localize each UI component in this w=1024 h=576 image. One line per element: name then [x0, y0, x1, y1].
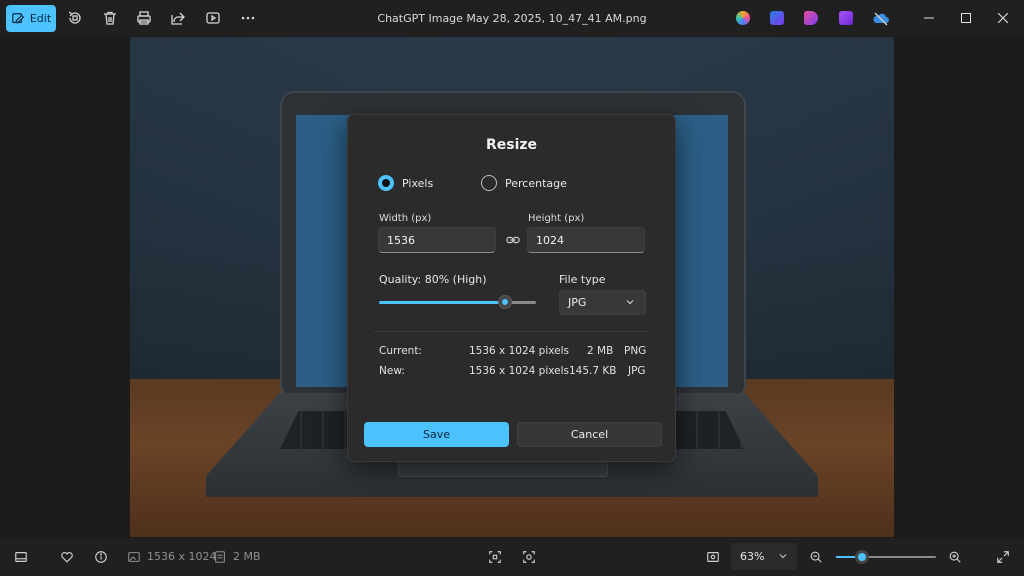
new-size: 145.7 KB [569, 365, 617, 377]
new-label: New: [379, 365, 405, 377]
quality-slider[interactable] [379, 295, 536, 309]
info-icon[interactable] [93, 549, 109, 565]
new-dimensions: 1536 x 1024 pixels [469, 365, 569, 377]
edit-label: Edit [29, 12, 52, 25]
new-format: JPG [628, 365, 646, 377]
window-title: ChatGPT Image May 28, 2025, 10_47_41 AM.… [377, 12, 647, 25]
current-format: PNG [624, 345, 647, 357]
image-viewer[interactable]: Resize Pixels Percentage Width (px) Heig… [0, 36, 1024, 538]
cancel-button[interactable]: Cancel [517, 422, 662, 447]
fit-view-icon[interactable] [487, 549, 503, 565]
zoom-value: 63% [740, 550, 765, 563]
edit-icon [11, 12, 25, 26]
more-icon[interactable] [239, 9, 257, 27]
quality-slider-thumb[interactable] [497, 295, 512, 309]
link-aspect-icon[interactable] [506, 233, 520, 247]
visual-search-icon[interactable] [521, 549, 537, 565]
filmstrip-icon[interactable] [13, 549, 29, 565]
edit-button[interactable]: Edit [6, 5, 56, 32]
actual-size-icon[interactable] [705, 549, 721, 565]
dialog-divider [374, 331, 648, 332]
radio-percentage-label: Percentage [505, 176, 567, 190]
height-label: Height (px) [528, 213, 585, 224]
zoom-slider-thumb[interactable] [854, 550, 869, 564]
file-size: 2 MB [233, 550, 261, 563]
current-info-row: Current: 1536 x 1024 pixels 2 MB PNG [379, 345, 649, 359]
current-dimensions: 1536 x 1024 pixels [469, 345, 569, 357]
file-size-icon [212, 549, 228, 565]
zoom-slider[interactable] [836, 550, 936, 564]
clipchamp-icon[interactable] [804, 11, 818, 25]
title-bar: Edit ChatGPT Image May 28, 2025, 10_47_4… [0, 0, 1024, 36]
status-bar: 1536 x 1024 2 MB 63% [0, 538, 1024, 576]
radio-pixels[interactable]: Pixels [378, 175, 433, 191]
image-dimensions: 1536 x 1024 [147, 550, 217, 563]
radio-pixels-label: Pixels [402, 176, 434, 190]
save-button[interactable]: Save [364, 422, 509, 447]
new-info-row: New: 1536 x 1024 pixels 145.7 KB JPG [379, 365, 649, 379]
onedrive-icon[interactable] [873, 11, 889, 26]
radio-percentage[interactable]: Percentage [481, 175, 567, 191]
quality-label: Quality: 80% (High) [379, 273, 487, 286]
height-input[interactable] [527, 227, 645, 253]
delete-icon[interactable] [101, 9, 119, 27]
zoom-select[interactable]: 63% [731, 543, 797, 570]
quality-slider-fill [379, 301, 505, 304]
share-icon[interactable] [169, 9, 187, 27]
close-icon[interactable] [980, 0, 1024, 36]
width-label: Width (px) [379, 213, 432, 224]
file-type-value: JPG [568, 296, 587, 309]
resize-dialog: Resize Pixels Percentage Width (px) Heig… [347, 114, 676, 462]
zoom-out-icon[interactable] [808, 549, 824, 565]
print-icon[interactable] [135, 9, 153, 27]
width-input[interactable] [378, 227, 496, 253]
image-size-icon [126, 549, 142, 565]
fullscreen-icon[interactable] [995, 549, 1011, 565]
slideshow-icon[interactable] [204, 9, 222, 27]
rotate-icon[interactable] [66, 9, 84, 27]
file-type-label: File type [559, 273, 606, 286]
dialog-title: Resize [485, 137, 538, 153]
copilot-icon[interactable] [736, 11, 750, 25]
radio-pixels-indicator[interactable] [378, 175, 394, 191]
favorite-icon[interactable] [59, 549, 75, 565]
video-icon[interactable] [839, 11, 853, 25]
zoom-in-icon[interactable] [947, 549, 963, 565]
radio-percentage-indicator[interactable] [481, 175, 497, 191]
chevron-down-icon [778, 551, 788, 561]
current-label: Current: [379, 345, 422, 357]
file-type-select[interactable]: JPG [559, 290, 646, 315]
current-size: 2 MB [587, 345, 614, 357]
chevron-down-icon [625, 297, 635, 307]
designer-icon[interactable] [770, 11, 784, 25]
